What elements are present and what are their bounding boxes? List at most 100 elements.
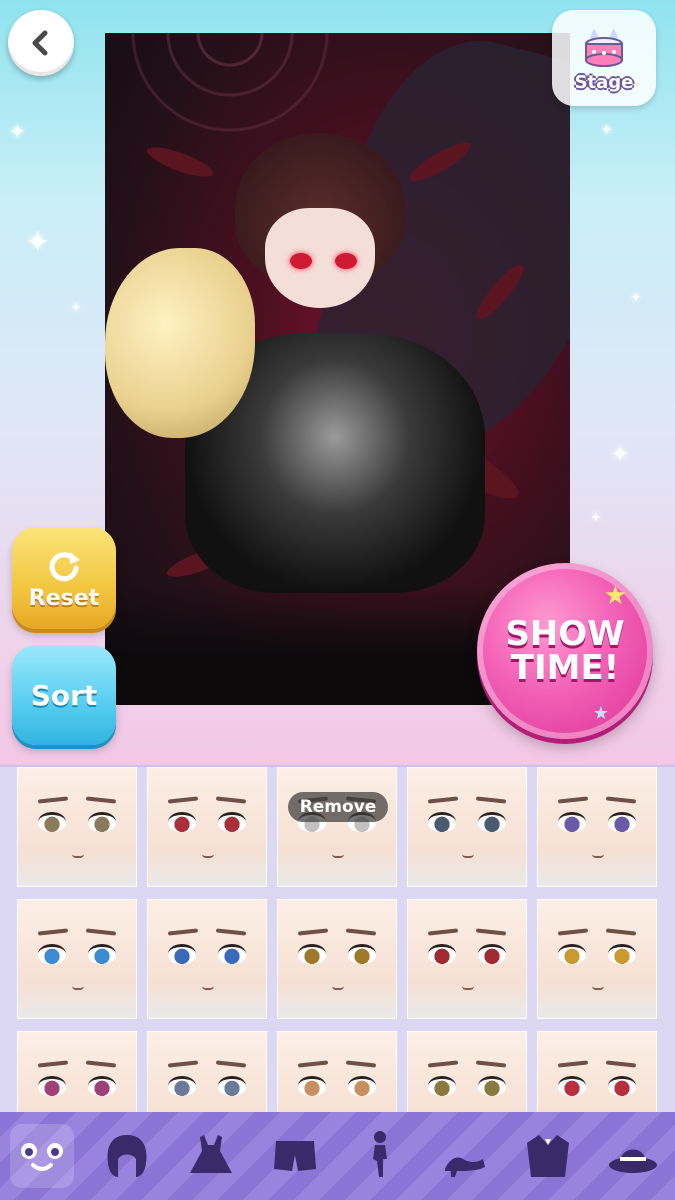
face-item[interactable] — [17, 899, 137, 1019]
category-pose[interactable] — [348, 1124, 412, 1188]
star-icon: ★ — [592, 703, 609, 724]
eyebrow-left — [427, 796, 459, 804]
category-hat[interactable] — [601, 1124, 665, 1188]
eye-right — [608, 1076, 636, 1096]
jacket-icon — [527, 1135, 570, 1177]
face-item[interactable] — [17, 1031, 137, 1112]
face-item[interactable] — [537, 1031, 657, 1112]
eye-left — [168, 1076, 196, 1096]
eye-right — [88, 812, 116, 832]
mouth — [202, 986, 214, 990]
sparkle-icon: ✦ — [8, 120, 27, 145]
eyebrow-left — [557, 1060, 589, 1068]
face-item[interactable] — [147, 767, 267, 887]
sparkle-icon: ✦ — [590, 510, 602, 526]
face-icon — [21, 1143, 64, 1171]
category-face[interactable] — [10, 1124, 75, 1188]
eyebrow-left — [37, 1060, 69, 1068]
face-item-panel: Remove — [0, 765, 675, 1112]
eye-right — [348, 944, 376, 964]
eye-left — [38, 1076, 66, 1096]
category-hair[interactable] — [95, 1124, 159, 1188]
eye-right — [218, 1076, 246, 1096]
face-item[interactable] — [277, 1031, 397, 1112]
face-item[interactable]: Remove — [277, 767, 397, 887]
category-outerwear[interactable] — [516, 1124, 580, 1188]
face-item[interactable] — [277, 899, 397, 1019]
sparkle-icon: ✦ — [610, 440, 631, 468]
remove-label[interactable]: Remove — [288, 792, 388, 822]
mouth — [462, 854, 474, 858]
eyebrow-right — [215, 796, 247, 804]
mouth — [72, 854, 84, 858]
face-item[interactable] — [407, 899, 527, 1019]
eyebrow-left — [167, 1060, 199, 1068]
eye-right — [608, 944, 636, 964]
stage-label: Stage — [574, 71, 634, 93]
face-item[interactable] — [147, 1031, 267, 1112]
shorts-icon — [274, 1141, 317, 1171]
mouth — [332, 854, 344, 858]
sort-button[interactable]: Sort — [12, 645, 116, 745]
reset-button[interactable]: Reset — [12, 527, 116, 629]
eyebrow-left — [427, 1060, 459, 1068]
face-item[interactable] — [537, 899, 657, 1019]
show-time-label-line2: TIME! — [510, 648, 620, 688]
eye-right — [88, 1076, 116, 1096]
eyebrow-left — [167, 796, 199, 804]
show-time-button[interactable]: SHOW TIME! ★ ★ — [477, 563, 653, 739]
face-item[interactable] — [537, 767, 657, 887]
stage-button[interactable]: Stage — [552, 10, 656, 106]
mouth — [332, 986, 344, 990]
eyebrow-right — [475, 928, 507, 936]
eye-left — [38, 812, 66, 832]
category-dress[interactable] — [179, 1124, 243, 1188]
reset-label: Reset — [28, 585, 100, 611]
eyebrow-right — [605, 796, 637, 804]
eye-left — [428, 1076, 456, 1096]
eye-right — [478, 944, 506, 964]
dress-icon — [189, 1135, 232, 1173]
eye-right — [608, 812, 636, 832]
face-item[interactable] — [147, 899, 267, 1019]
eye-left — [428, 944, 456, 964]
sparkle-icon: ✦ — [600, 120, 614, 139]
eye-right — [88, 944, 116, 964]
eyebrow-right — [475, 1060, 507, 1068]
eyebrow-left — [37, 796, 69, 804]
eyebrow-right — [85, 928, 117, 936]
refresh-icon — [49, 551, 80, 581]
category-bottoms[interactable] — [263, 1124, 327, 1188]
eyebrow-right — [475, 796, 507, 804]
mouth — [202, 854, 214, 858]
eye-left — [298, 944, 326, 964]
star-icon: ★ — [603, 581, 627, 611]
back-button[interactable] — [8, 10, 74, 76]
category-bar — [0, 1112, 675, 1200]
sparkle-icon: ✦ — [70, 300, 82, 316]
eyebrow-left — [297, 928, 329, 936]
eye-right — [218, 812, 246, 832]
eyebrow-right — [85, 1060, 117, 1068]
eyebrow-right — [215, 1060, 247, 1068]
category-shoes[interactable] — [432, 1124, 496, 1188]
heels-icon — [445, 1157, 486, 1177]
eye-left — [558, 944, 586, 964]
sparkle-icon: ✦ — [630, 290, 642, 306]
character-face — [265, 208, 375, 308]
mouth — [72, 986, 84, 990]
eye-right — [478, 812, 506, 832]
eyebrow-left — [557, 928, 589, 936]
eyebrow-right — [85, 796, 117, 804]
face-item[interactable] — [407, 767, 527, 887]
face-item[interactable] — [17, 767, 137, 887]
face-item[interactable] — [407, 1031, 527, 1112]
show-time-label-line1: SHOW — [505, 614, 625, 654]
sort-label: Sort — [30, 678, 98, 712]
eye-left — [168, 944, 196, 964]
mouth — [462, 986, 474, 990]
mouth — [592, 854, 604, 858]
eyebrow-left — [427, 928, 459, 936]
character-blond-hair — [105, 248, 255, 438]
pose-icon — [372, 1131, 387, 1177]
